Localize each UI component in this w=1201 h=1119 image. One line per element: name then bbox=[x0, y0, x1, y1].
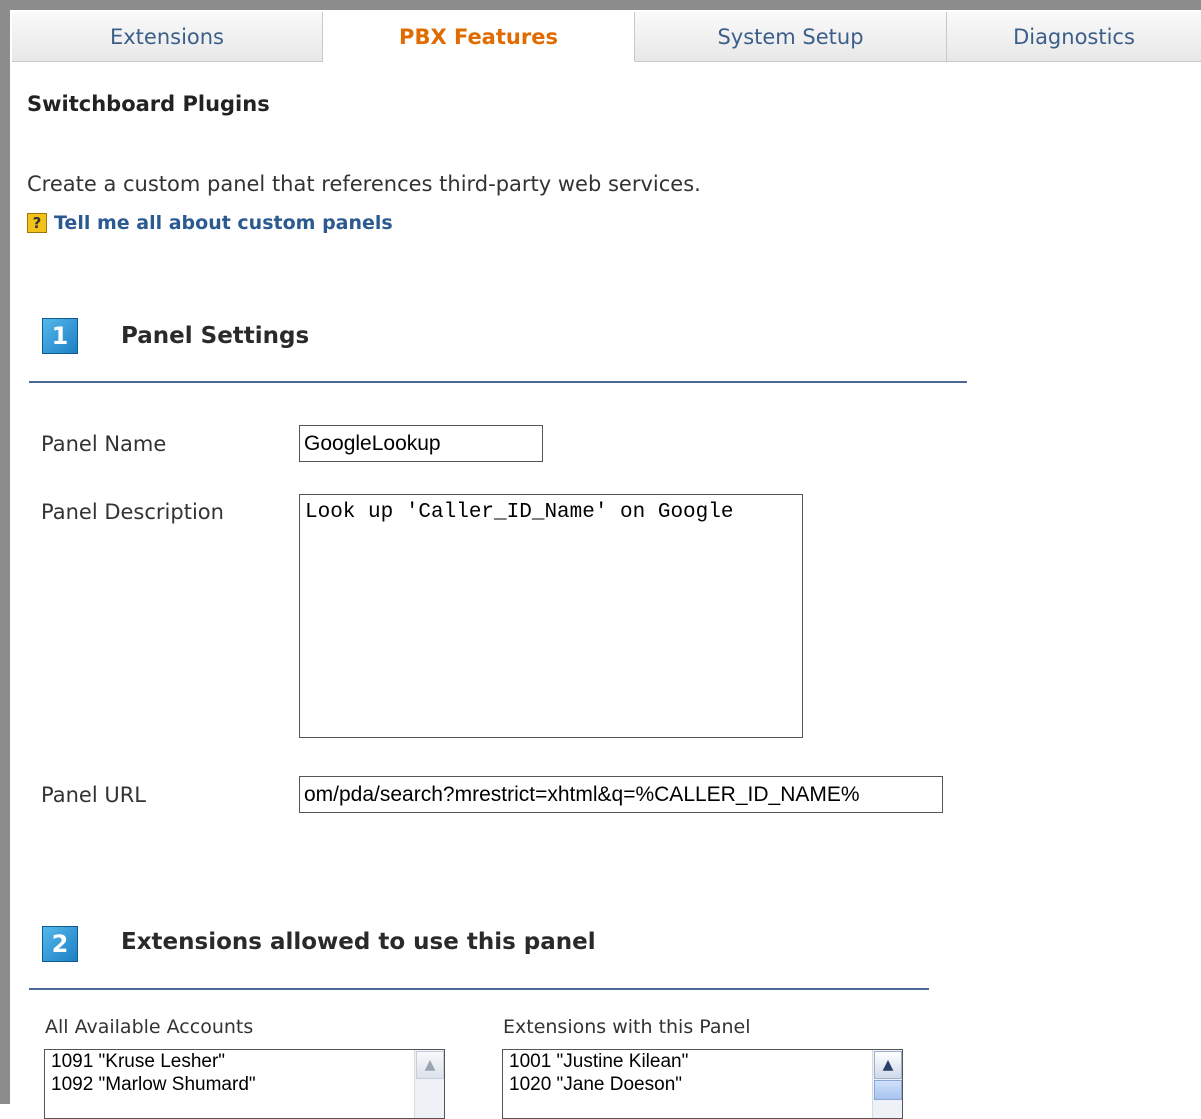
main-tab-bar: Extensions PBX Features System Setup Dia… bbox=[12, 12, 1201, 62]
tab-extensions[interactable]: Extensions bbox=[12, 12, 323, 62]
panel-url-label: Panel URL bbox=[41, 783, 146, 807]
section-2-divider bbox=[29, 988, 929, 990]
list-item[interactable]: 1091 "Kruse Lesher" bbox=[45, 1050, 444, 1073]
list-item[interactable]: 1020 "Jane Doeson" bbox=[503, 1073, 902, 1096]
section-1-divider bbox=[29, 381, 967, 383]
step-1-icon: 1 bbox=[42, 318, 78, 354]
assigned-extensions-label: Extensions with this Panel bbox=[503, 1016, 751, 1038]
help-row: ? Tell me all about custom panels bbox=[27, 212, 393, 234]
scroll-thumb[interactable] bbox=[874, 1080, 902, 1100]
panel-name-input[interactable]: GoogleLookup bbox=[299, 425, 543, 462]
panel-description-label: Panel Description bbox=[41, 500, 224, 524]
step-2-icon: 2 bbox=[42, 926, 78, 962]
assigned-extensions-scrollbar[interactable]: ▲ bbox=[872, 1050, 902, 1118]
tab-pbx-features[interactable]: PBX Features bbox=[323, 12, 635, 62]
panel-url-input[interactable]: om/pda/search?mrestrict=xhtml&q=%CALLER_… bbox=[299, 776, 943, 813]
panel-name-label: Panel Name bbox=[41, 432, 167, 456]
list-item[interactable]: 1001 "Justine Kilean" bbox=[503, 1050, 902, 1073]
list-item[interactable]: 1092 "Marlow Shumard" bbox=[45, 1073, 444, 1096]
tab-diagnostics[interactable]: Diagnostics bbox=[947, 12, 1201, 62]
intro-text: Create a custom panel that references th… bbox=[27, 172, 701, 196]
available-accounts-list[interactable]: 1091 "Kruse Lesher" 1092 "Marlow Shumard… bbox=[44, 1049, 445, 1119]
question-icon[interactable]: ? bbox=[27, 213, 47, 233]
section-title-extensions-allowed: Extensions allowed to use this panel bbox=[121, 929, 596, 955]
tab-system-setup[interactable]: System Setup bbox=[635, 12, 947, 62]
scroll-up-arrow-icon[interactable]: ▲ bbox=[416, 1051, 444, 1079]
scroll-up-arrow-icon[interactable]: ▲ bbox=[874, 1051, 902, 1079]
section-title-panel-settings: Panel Settings bbox=[121, 323, 310, 349]
available-accounts-scrollbar[interactable]: ▲ bbox=[414, 1050, 444, 1118]
panel-description-textarea[interactable]: Look up 'Caller_ID_Name' on Google bbox=[299, 494, 803, 738]
help-link[interactable]: Tell me all about custom panels bbox=[54, 212, 393, 234]
assigned-extensions-list[interactable]: 1001 "Justine Kilean" 1020 "Jane Doeson"… bbox=[502, 1049, 903, 1119]
page-title: Switchboard Plugins bbox=[27, 92, 270, 116]
available-accounts-label: All Available Accounts bbox=[45, 1016, 254, 1038]
